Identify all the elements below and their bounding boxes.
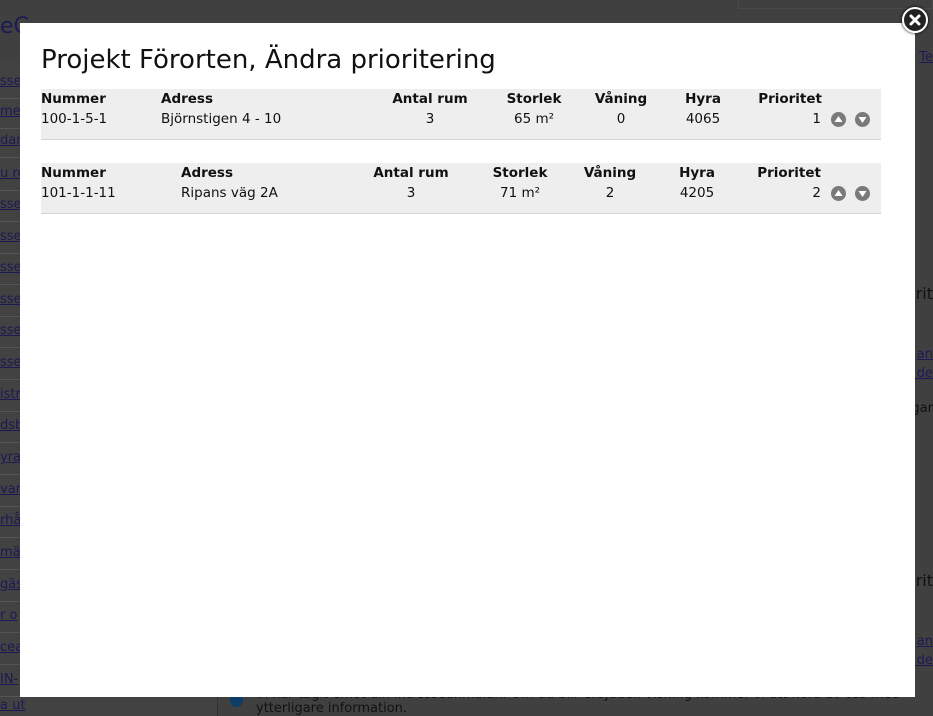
column-header-antal-rum: Antal rum	[392, 91, 468, 107]
arrow-up-icon[interactable]	[831, 186, 846, 201]
cell-hyra: 4205	[679, 185, 715, 201]
background-sidebar-link[interactable]: var	[0, 482, 21, 497]
background-divider	[0, 442, 20, 443]
background-link[interactable]: an	[917, 347, 933, 362]
background-heading: rit	[915, 571, 933, 590]
background-divider	[0, 253, 20, 254]
column-header-antal-rum: Antal rum	[373, 165, 449, 181]
background-divider	[0, 284, 20, 285]
background-divider	[0, 664, 20, 665]
cell-prioritet: 2	[812, 185, 821, 201]
cell-antal-rum: 3	[406, 185, 416, 201]
column-header-nummer: Nummer	[41, 165, 106, 181]
column-header-nummer: Nummer	[41, 91, 106, 107]
column-header-prioritet: Prioritet	[758, 91, 822, 107]
column-header-adress: Adress	[161, 91, 213, 107]
background-divider	[0, 696, 20, 697]
cell-adress: Björnstigen 4 - 10	[161, 111, 282, 127]
cell-storlek: 71 m²	[499, 185, 541, 201]
background-divider	[0, 128, 20, 129]
cell-antal-rum: 3	[425, 111, 435, 127]
background-sidebar-link[interactable]: sse	[0, 74, 22, 89]
background-divider	[0, 347, 20, 348]
cell-vaning: 2	[605, 185, 615, 201]
background-link[interactable]: an	[917, 634, 933, 649]
cell-storlek: 65 m²	[513, 111, 555, 127]
modal-title: Projekt Förorten, Ändra prioritering	[41, 45, 496, 75]
background-sidebar-link[interactable]: yra	[0, 450, 21, 465]
background-divider	[0, 537, 20, 538]
cell-prioritet: 1	[812, 111, 821, 127]
background-sidebar-link[interactable]: istr	[0, 387, 21, 402]
background-divider	[0, 506, 20, 507]
close-icon[interactable]	[902, 7, 928, 33]
arrow-down-icon[interactable]	[855, 186, 870, 201]
background-divider	[0, 98, 20, 99]
column-header-adress: Adress	[181, 165, 233, 181]
column-header-hyra: Hyra	[685, 91, 721, 107]
column-header-vaning: Våning	[583, 165, 637, 181]
background-divider	[0, 569, 20, 570]
column-header-prioritet: Prioritet	[757, 165, 821, 181]
apartment-table: Nummer Adress Antal rum Storlek Våning H…	[41, 89, 881, 140]
change-priority-modal: Projekt Förorten, Ändra prioritering Num…	[20, 23, 915, 697]
arrow-down-icon[interactable]	[855, 112, 870, 127]
cell-adress: Ripans väg 2A	[181, 185, 278, 201]
background-divider	[0, 411, 20, 412]
arrow-up-icon[interactable]	[831, 112, 846, 127]
background-top-box	[738, 0, 933, 9]
background-divider	[0, 316, 20, 317]
background-sidebar-link[interactable]: IN-	[0, 672, 18, 687]
column-header-vaning: Våning	[594, 91, 648, 107]
column-header-hyra: Hyra	[679, 165, 715, 181]
cell-hyra: 4065	[685, 111, 721, 127]
background-divider	[0, 601, 20, 602]
background-divider	[0, 190, 20, 191]
background-divider	[0, 157, 20, 158]
column-header-storlek: Storlek	[506, 91, 562, 107]
background-divider	[0, 221, 20, 222]
cell-vaning: 0	[616, 111, 626, 127]
background-sidebar-link[interactable]: a ut	[0, 698, 25, 713]
background-heading: rit	[915, 284, 933, 303]
cell-nummer: 101-1-1-11	[41, 185, 116, 201]
column-header-storlek: Storlek	[492, 165, 548, 181]
background-sidebar-link[interactable]: r o	[0, 608, 17, 623]
apartment-table: Nummer Adress Antal rum Storlek Våning H…	[41, 163, 881, 214]
cell-nummer: 100-1-5-1	[41, 111, 108, 127]
background-divider	[0, 379, 20, 380]
background-divider	[0, 632, 20, 633]
background-divider	[0, 474, 20, 475]
background-link[interactable]: Te	[919, 50, 933, 65]
